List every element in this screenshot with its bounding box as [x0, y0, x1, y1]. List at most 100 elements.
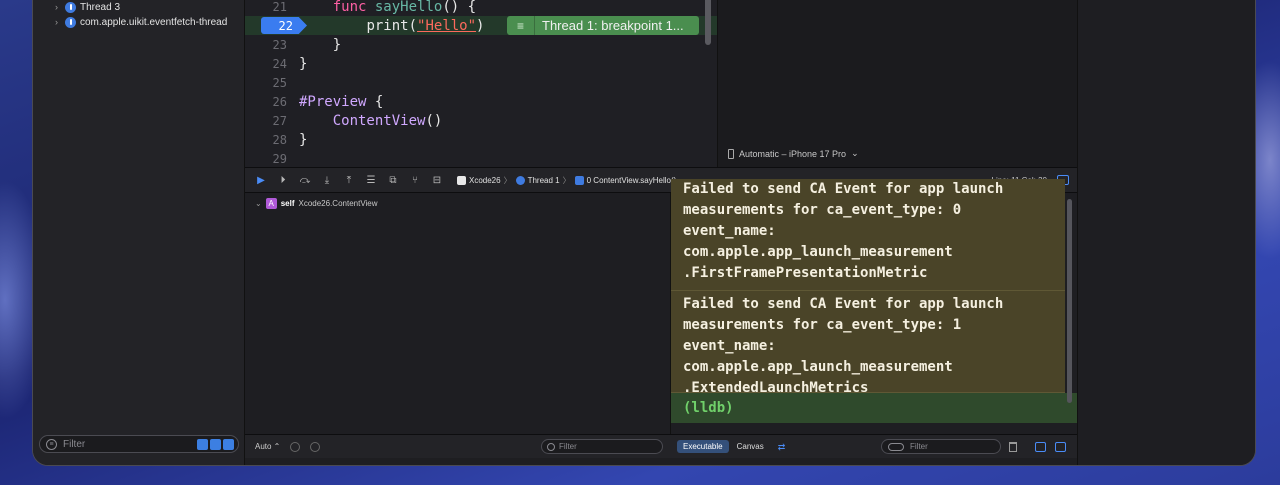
debug-bottom-bar: Auto ⌃ Filter Executable Canvas ⇄ Filter: [245, 434, 1077, 458]
code-token: sayHello: [374, 0, 443, 15]
step-over-icon[interactable]: ⤼: [299, 175, 311, 186]
code-line[interactable]: 26 #Preview {: [245, 92, 717, 111]
line-number[interactable]: 26: [245, 95, 291, 109]
code-line[interactable]: 28}: [245, 130, 717, 149]
filter-option-icon[interactable]: [210, 438, 221, 450]
navigator-filter-field[interactable]: ≡ Filter: [39, 435, 239, 453]
info-icon[interactable]: [310, 441, 321, 452]
code-line[interactable]: 24}: [245, 54, 717, 73]
code-token: "Hello": [417, 17, 477, 34]
line-number[interactable]: 27: [245, 114, 291, 128]
code-line[interactable]: 25: [245, 73, 717, 92]
filter-options: [197, 438, 234, 450]
code-line[interactable]: 27 ContentView(): [245, 111, 717, 130]
lldb-prompt[interactable]: (lldb): [671, 393, 1077, 423]
filter-placeholder: Filter: [910, 442, 928, 451]
code-text: ContentView(): [291, 112, 443, 129]
show-console-icon[interactable]: [1055, 441, 1066, 452]
filter-placeholder: Filter: [559, 442, 577, 451]
crumb-frame[interactable]: 0 ContentView.sayHello(): [574, 175, 677, 185]
show-variables-icon[interactable]: [1035, 441, 1046, 452]
code-token: }: [299, 55, 308, 72]
thread-label: Thread 3: [80, 1, 121, 13]
code-text: print("Hello"): [291, 18, 484, 34]
code-line[interactable]: 23 }: [245, 35, 717, 54]
code-token: {: [366, 93, 384, 110]
segment-canvas[interactable]: Canvas: [731, 440, 770, 453]
chevron-right-icon[interactable]: ›: [55, 2, 65, 12]
device-selector[interactable]: Automatic – iPhone 17 Pro ⌄: [728, 148, 859, 159]
debug-navigator: › Thread 3 › com.apple.uikit.eventfetch-…: [33, 0, 245, 465]
thread-icon: [515, 175, 525, 185]
app-icon: [457, 175, 466, 185]
trash-icon[interactable]: [1009, 441, 1017, 452]
filter-option-icon[interactable]: [223, 438, 234, 450]
line-number[interactable]: 29: [245, 152, 291, 166]
chevron-down-icon: ⌄: [851, 148, 859, 158]
variable-name: self: [280, 199, 295, 208]
variables-view: ⌄ A self Xcode26.ContentView: [245, 193, 671, 434]
eye-icon[interactable]: [290, 441, 301, 452]
breakpoint-annotation-text: Thread 1: breakpoint 1...: [542, 18, 684, 33]
code-token: print: [366, 17, 409, 34]
link-icon[interactable]: ⇄: [778, 442, 788, 452]
crumb-project[interactable]: Xcode26 〉: [457, 175, 512, 186]
console-message: Failed to send CA Event for app launch m…: [671, 291, 1065, 396]
code-line[interactable]: 21 func sayHello() {: [245, 0, 717, 16]
thread-row-3[interactable]: › Thread 3: [55, 0, 120, 15]
chevron-down-icon[interactable]: ⌄: [255, 199, 262, 208]
preview-canvas: Automatic – iPhone 17 Pro ⌄: [717, 0, 1077, 167]
crumb-label: Xcode26: [469, 175, 501, 185]
variables-scope-selector[interactable]: Auto ⌃: [255, 442, 280, 451]
breakpoint-annotation[interactable]: ≡ Thread 1: breakpoint 1...: [507, 16, 699, 35]
chevron-right-icon: 〉: [503, 175, 512, 185]
code-text: }: [291, 37, 341, 53]
code-token: () {: [442, 0, 477, 15]
segment-executable[interactable]: Executable: [677, 440, 729, 453]
code-token: func: [332, 0, 367, 15]
console-view[interactable]: Failed to send CA Event for app launch m…: [671, 179, 1077, 434]
environment-icon[interactable]: ⑂: [409, 175, 421, 186]
code-token: (: [408, 17, 418, 34]
code-line[interactable]: 29: [245, 149, 717, 168]
filter-icon: [547, 442, 555, 451]
list-icon: ≡: [507, 16, 535, 35]
step-into-icon[interactable]: ⤓: [321, 175, 333, 186]
code-token: ContentView: [332, 112, 426, 129]
line-number[interactable]: 24: [245, 57, 291, 71]
code-token: (): [425, 112, 443, 129]
continue-icon[interactable]: ⏵: [277, 175, 289, 186]
crumb-label: 0 ContentView.sayHello(): [586, 175, 677, 185]
breakpoints-toggle-icon[interactable]: ▶: [255, 175, 267, 186]
code-token: #Preview: [299, 93, 367, 110]
line-number[interactable]: 23: [245, 38, 291, 52]
filter-option-icon[interactable]: [197, 438, 208, 450]
code-token: }: [332, 36, 342, 53]
thread-row-eventfetch[interactable]: › com.apple.uikit.eventfetch-thread: [55, 14, 227, 30]
device-label: Automatic – iPhone 17 Pro: [739, 148, 847, 159]
variable-row[interactable]: ⌄ A self Xcode26.ContentView: [255, 198, 378, 209]
simulate-location-icon[interactable]: ⊟: [431, 175, 443, 186]
variable-kind-badge: A: [265, 198, 277, 209]
memory-graph-icon[interactable]: ⧉: [387, 175, 399, 186]
step-out-icon[interactable]: ⤒: [343, 175, 355, 186]
inspector-area: [1077, 0, 1255, 465]
console-filter-field[interactable]: Filter: [881, 439, 1001, 454]
breakpoint-marker[interactable]: 22: [261, 17, 307, 34]
line-number[interactable]: 28: [245, 133, 291, 147]
chevron-right-icon[interactable]: ›: [55, 17, 65, 27]
variables-filter-field[interactable]: Filter: [541, 439, 663, 454]
filter-placeholder: Filter: [63, 438, 86, 450]
console-scrollbar[interactable]: [1067, 199, 1072, 403]
crumb-thread[interactable]: Thread 1 〉: [515, 175, 571, 186]
crumb-label: Thread 1: [527, 175, 560, 185]
filter-icon: [888, 442, 904, 451]
source-editor[interactable]: 21 func sayHello() {22 print("Hello")222…: [245, 0, 717, 167]
view-hierarchy-icon[interactable]: ☰: [365, 175, 377, 186]
chevron-right-icon: 〉: [562, 175, 571, 185]
code-token: }: [299, 131, 308, 148]
editor-scrollbar[interactable]: [705, 0, 711, 45]
line-number[interactable]: 25: [245, 76, 291, 90]
code-text: #Preview {: [291, 94, 383, 110]
line-number[interactable]: 21: [245, 0, 291, 14]
